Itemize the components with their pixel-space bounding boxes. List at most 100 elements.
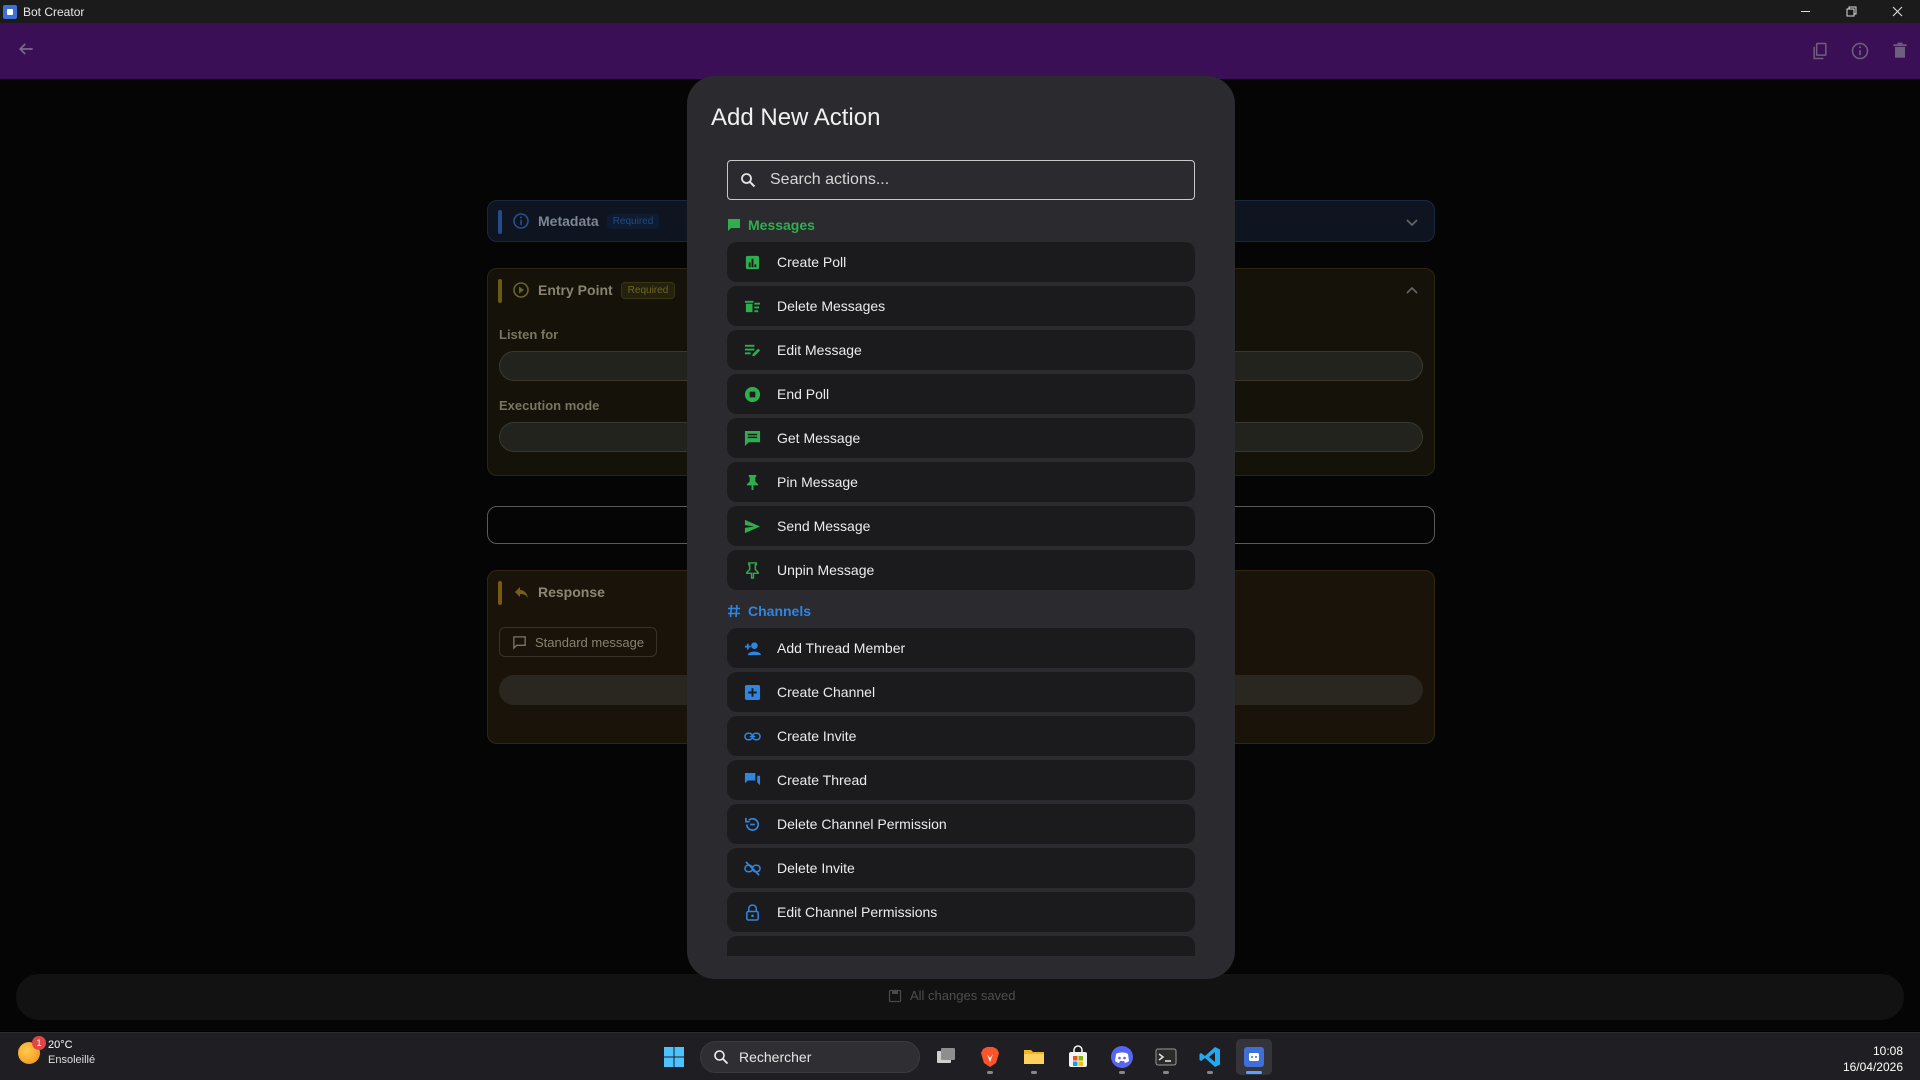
- action-send-message[interactable]: Send Message: [727, 506, 1195, 546]
- task-view-button[interactable]: [928, 1039, 964, 1075]
- vscode-button[interactable]: [1192, 1039, 1228, 1075]
- standard-message-tab[interactable]: Standard message: [499, 627, 658, 657]
- section-header-channels: Channels: [727, 600, 1195, 622]
- action-label: Create Poll: [777, 254, 847, 270]
- required-badge: Required: [620, 281, 676, 299]
- notification-badge: 1: [32, 1035, 46, 1050]
- window-titlebar: Bot Creator: [0, 0, 1920, 23]
- action-unpin-message[interactable]: Unpin Message: [727, 550, 1195, 590]
- action-pin-message[interactable]: Pin Message: [727, 462, 1195, 502]
- restore-button[interactable]: [1828, 0, 1874, 23]
- dialog-title: Add New Action: [711, 104, 881, 131]
- play-circle-icon: [513, 282, 529, 298]
- delete-button[interactable]: [1880, 37, 1920, 65]
- action-end-poll[interactable]: End Poll: [727, 374, 1195, 414]
- response-header: Response: [512, 583, 605, 601]
- brave-lion-icon: [981, 1047, 999, 1067]
- section-header-messages: Messages: [727, 214, 1195, 236]
- arrow-back-icon: [18, 43, 33, 55]
- unpin-icon: [743, 561, 761, 579]
- app-logo-icon: [3, 4, 17, 19]
- action-label: Send Message: [777, 518, 871, 534]
- link-off-icon: [743, 859, 761, 877]
- copy-button[interactable]: [1800, 37, 1840, 65]
- clock-time: 10:08: [1872, 1044, 1903, 1058]
- action-delete-messages[interactable]: Delete Messages: [727, 286, 1195, 326]
- info-button[interactable]: [1840, 37, 1880, 65]
- weather-desc: Ensoleillé: [48, 1054, 96, 1066]
- required-badge: Required: [606, 213, 660, 229]
- vscode-icon: [1199, 1047, 1220, 1067]
- send-icon: [743, 517, 761, 535]
- taskbar-search-label: Rechercher: [739, 1049, 812, 1065]
- person-add-icon: [743, 639, 761, 657]
- window-title: Bot Creator: [23, 4, 85, 19]
- chevron-up-icon[interactable]: [1404, 283, 1420, 299]
- terminal-button[interactable]: [1148, 1039, 1184, 1075]
- hashtag-icon: [728, 604, 740, 618]
- pin-icon: [743, 473, 761, 491]
- action-label: Delete Channel Permission: [777, 816, 947, 832]
- lock-icon: [743, 903, 761, 921]
- action-label: Edit Channel Permissions: [777, 904, 938, 920]
- chat-bubble-icon: [728, 219, 740, 231]
- chevron-down-icon[interactable]: [1404, 214, 1420, 230]
- reply-icon: [515, 587, 528, 598]
- clock-date: 16/04/2026: [1842, 1060, 1903, 1074]
- action-list[interactable]: Messages Create Poll Delete Messages Edi…: [727, 212, 1195, 956]
- info-icon: [513, 213, 529, 229]
- response-title: Response: [538, 584, 605, 600]
- search-box[interactable]: [727, 160, 1195, 200]
- search-input[interactable]: [770, 171, 1170, 189]
- action-create-poll[interactable]: Create Poll: [727, 242, 1195, 282]
- action-label: Get Message: [777, 430, 861, 446]
- action-label: Unpin Message: [777, 562, 875, 578]
- chat-bubble-icon: [513, 635, 526, 650]
- file-explorer-button[interactable]: [1016, 1039, 1052, 1075]
- action-label: Create Invite: [777, 728, 857, 744]
- task-view-icon: [937, 1048, 955, 1063]
- system-clock[interactable]: 10:08 16/04/2026: [1843, 1043, 1903, 1075]
- action-create-thread[interactable]: Create Thread: [727, 760, 1195, 800]
- weather-widget[interactable]: 1 20°C Ensoleillé: [18, 1035, 96, 1066]
- stop-circle-icon: [743, 385, 761, 403]
- taskbar-search[interactable]: Rechercher: [700, 1041, 920, 1073]
- accent-bar: [498, 581, 502, 605]
- edit-note-icon: [743, 341, 761, 359]
- action-label: Create Channel: [777, 684, 876, 700]
- weather-temp: 20°C: [48, 1039, 73, 1051]
- add-action-dialog: Add New Action Messages Create Poll Dele…: [687, 76, 1235, 979]
- action-create-channel[interactable]: Create Channel: [727, 672, 1195, 712]
- back-button[interactable]: [16, 39, 40, 63]
- action-add-thread-member[interactable]: Add Thread Member: [727, 628, 1195, 668]
- action-delete-invite[interactable]: Delete Invite: [727, 848, 1195, 888]
- minimize-button[interactable]: [1782, 0, 1828, 23]
- trash-icon: [1893, 42, 1907, 58]
- save-icon: [888, 989, 902, 1002]
- store-button[interactable]: [1060, 1039, 1096, 1075]
- brave-browser-button[interactable]: [972, 1039, 1008, 1075]
- search-icon: [741, 173, 756, 188]
- search-icon: [714, 1050, 729, 1065]
- action-create-invite[interactable]: Create Invite: [727, 716, 1195, 756]
- start-button[interactable]: [656, 1039, 692, 1075]
- action-delete-channel-permission[interactable]: Delete Channel Permission: [727, 804, 1195, 844]
- poll-icon: [743, 253, 761, 271]
- action-label: Edit Message: [777, 342, 862, 358]
- action-edit-channel-permissions[interactable]: Edit Channel Permissions: [727, 892, 1195, 932]
- action-edit-message[interactable]: Edit Message: [727, 330, 1195, 370]
- sun-icon: 1: [18, 1035, 46, 1064]
- action-label: Delete Invite: [777, 860, 855, 876]
- bot-creator-button[interactable]: [1236, 1039, 1272, 1075]
- discord-button[interactable]: [1104, 1039, 1140, 1075]
- standard-message-label: Standard message: [535, 634, 645, 650]
- action-label: Delete Messages: [777, 298, 886, 314]
- entry-point-header: Entry Point Required: [512, 281, 676, 299]
- action-get-message[interactable]: Get Message: [727, 418, 1195, 458]
- list-item[interactable]: [727, 936, 1195, 956]
- close-window-button[interactable]: [1874, 0, 1920, 23]
- accent-bar: [498, 279, 502, 303]
- save-status: All changes saved: [888, 988, 1016, 1003]
- windows-logo-icon: [664, 1047, 684, 1067]
- action-label: Add Thread Member: [777, 640, 906, 656]
